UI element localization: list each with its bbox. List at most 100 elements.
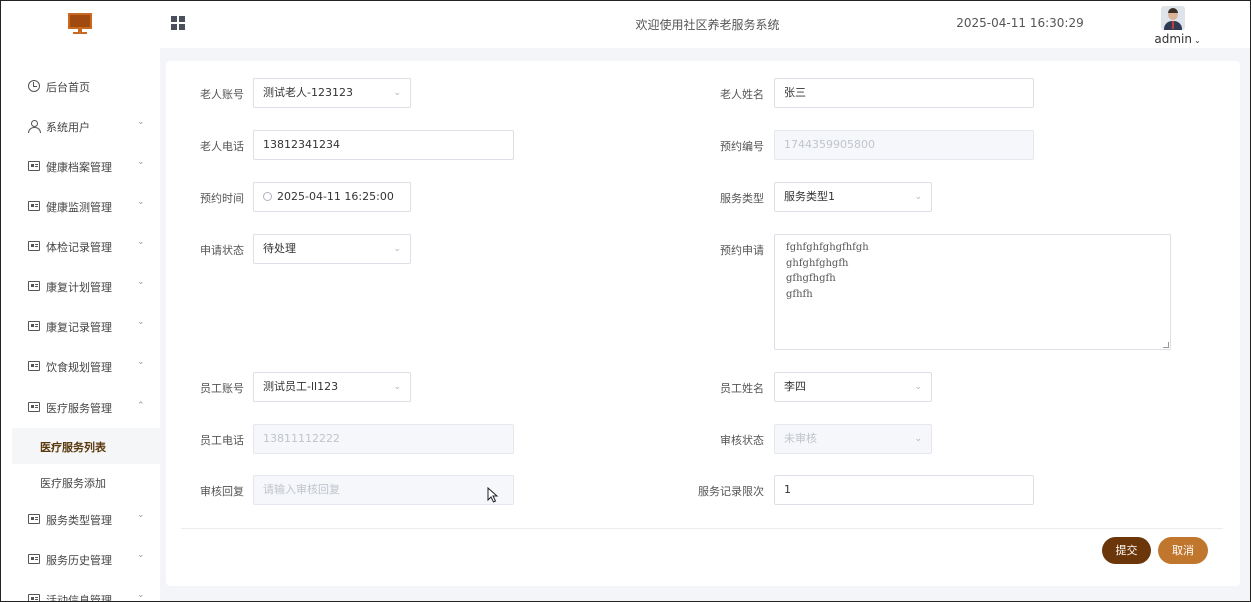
current-datetime: 2025-04-11 16:30:29 bbox=[956, 16, 1084, 30]
doc-icon bbox=[28, 514, 40, 524]
doc-icon bbox=[28, 321, 40, 331]
chevron-down-icon: ⌄ bbox=[393, 382, 401, 392]
booking-request-label: 预约申请 bbox=[720, 244, 764, 257]
booking-request-textarea[interactable]: fghfghfghgfhfgh ghfghfghgfh gfhgfhgfh gf… bbox=[774, 234, 1171, 350]
sidebar-item-label: 体检记录管理 bbox=[46, 241, 112, 254]
chevron-down-icon: ⌄ bbox=[137, 277, 145, 287]
chevron-down-icon: ⌄ bbox=[393, 244, 401, 254]
booking-time-label: 预约时间 bbox=[200, 192, 244, 205]
service-limit-input[interactable]: 1 bbox=[774, 475, 1034, 505]
sidebar-item-label: 系统用户 bbox=[46, 121, 90, 134]
sidebar-subitem-medical-service-list[interactable]: 医疗服务列表 bbox=[12, 428, 160, 464]
submit-button[interactable]: 提交 bbox=[1102, 537, 1151, 564]
sidebar-item-service-type[interactable]: 服务类型管理 ⌄ bbox=[0, 499, 160, 539]
chevron-down-icon: ⌄ bbox=[914, 192, 922, 202]
sidebar-item-diet-plan[interactable]: 饮食规划管理 ⌄ bbox=[0, 346, 160, 386]
elder-account-select[interactable]: 测试老人-123123 ⌄ bbox=[253, 78, 411, 108]
booking-no-input: 1744359905800 bbox=[774, 130, 1034, 160]
username-label: admin bbox=[1154, 32, 1192, 46]
chevron-down-icon: ⌄ bbox=[137, 157, 145, 167]
elder-account-label: 老人账号 bbox=[200, 88, 244, 101]
user-icon bbox=[28, 120, 41, 133]
elder-account-value: 测试老人-123123 bbox=[263, 86, 353, 99]
doc-icon bbox=[28, 402, 40, 412]
menu-grid-icon[interactable] bbox=[171, 16, 186, 31]
system-title: 欢迎使用社区养老服务系统 bbox=[635, 18, 780, 32]
monitor-logo-icon bbox=[68, 13, 92, 35]
sidebar-item-label: 健康档案管理 bbox=[46, 161, 112, 174]
sidebar-subitem-label: 医疗服务列表 bbox=[40, 441, 106, 454]
elder-name-label: 老人姓名 bbox=[720, 88, 764, 101]
staff-account-label: 员工账号 bbox=[200, 382, 244, 395]
textarea-line: ghfghfghgfh bbox=[786, 257, 849, 269]
elder-phone-label: 老人电话 bbox=[200, 140, 244, 153]
sidebar-item-rehab-plan[interactable]: 康复计划管理 ⌄ bbox=[0, 266, 160, 306]
sidebar-item-home[interactable]: 后台首页 bbox=[0, 66, 160, 106]
chevron-down-icon: ⌄ bbox=[137, 197, 145, 207]
staff-name-select[interactable]: 李四 ⌄ bbox=[774, 372, 932, 402]
sidebar-item-activity-info[interactable]: 活动信息管理 ⌄ bbox=[0, 579, 160, 602]
sidebar-item-health-monitoring[interactable]: 健康监测管理 ⌄ bbox=[0, 186, 160, 226]
user-menu-dropdown[interactable]: admin ⌄ bbox=[1150, 32, 1205, 46]
service-type-value: 服务类型1 bbox=[784, 190, 835, 203]
doc-icon bbox=[28, 161, 40, 171]
textarea-line: fghfghfghgfhfgh bbox=[786, 242, 869, 253]
doc-icon bbox=[28, 594, 40, 602]
chevron-down-icon: ⌄ bbox=[137, 357, 145, 367]
chevron-down-icon: ⌄ bbox=[137, 117, 145, 127]
chevron-down-icon: ⌄ bbox=[914, 434, 922, 444]
sidebar-item-service-history[interactable]: 服务历史管理 ⌄ bbox=[0, 539, 160, 579]
cancel-button[interactable]: 取消 bbox=[1158, 537, 1208, 564]
resize-handle-icon[interactable] bbox=[1163, 342, 1169, 348]
booking-time-picker[interactable]: 2025-04-11 16:25:00 bbox=[253, 182, 411, 212]
sidebar-item-label: 后台首页 bbox=[46, 81, 90, 94]
doc-icon bbox=[28, 201, 40, 211]
sidebar-item-label: 服务历史管理 bbox=[46, 554, 112, 567]
service-limit-label: 服务记录限次 bbox=[698, 485, 764, 498]
chevron-down-icon: ⌄ bbox=[914, 382, 922, 392]
chevron-down-icon: ⌄ bbox=[137, 317, 145, 327]
sidebar-item-label: 服务类型管理 bbox=[46, 514, 112, 527]
sidebar-item-physical-exam[interactable]: 体检记录管理 ⌄ bbox=[0, 226, 160, 266]
chevron-down-icon: ⌄ bbox=[137, 510, 145, 520]
sidebar-item-label: 康复记录管理 bbox=[46, 321, 112, 334]
review-status-select: 未审核 ⌄ bbox=[774, 424, 932, 454]
sidebar-item-rehab-records[interactable]: 康复记录管理 ⌄ bbox=[0, 306, 160, 346]
sidebar-subitem-medical-service-add[interactable]: 医疗服务添加 bbox=[12, 464, 160, 500]
sidebar-item-health-records[interactable]: 健康档案管理 ⌄ bbox=[0, 146, 160, 186]
staff-phone-label: 员工电话 bbox=[200, 434, 244, 447]
service-type-select[interactable]: 服务类型1 ⌄ bbox=[774, 182, 932, 212]
sidebar-subitem-label: 医疗服务添加 bbox=[40, 477, 106, 490]
chevron-down-icon: ⌄ bbox=[393, 88, 401, 98]
service-type-label: 服务类型 bbox=[720, 192, 764, 205]
chevron-down-icon: ⌄ bbox=[137, 550, 145, 560]
review-reply-label: 审核回复 bbox=[200, 485, 244, 498]
sidebar-item-medical-service[interactable]: 医疗服务管理 ⌃ bbox=[0, 387, 160, 427]
elder-name-input[interactable]: 张三 bbox=[774, 78, 1034, 108]
sidebar-item-label: 健康监测管理 bbox=[46, 201, 112, 214]
apply-status-select[interactable]: 待处理 ⌄ bbox=[253, 234, 411, 264]
clock-icon bbox=[28, 80, 40, 92]
sidebar-item-label: 活动信息管理 bbox=[46, 594, 112, 602]
sidebar: 后台首页 系统用户 ⌄ 健康档案管理 ⌄ 健康监测管理 ⌄ 体检记录管理 ⌄ 康… bbox=[0, 48, 160, 602]
doc-icon bbox=[28, 554, 40, 564]
avatar[interactable] bbox=[1161, 6, 1185, 30]
clock-icon bbox=[263, 192, 272, 201]
staff-account-select[interactable]: 测试员工-ll123 ⌄ bbox=[253, 372, 411, 402]
sidebar-item-system-users[interactable]: 系统用户 ⌄ bbox=[0, 106, 160, 146]
sidebar-item-label: 饮食规划管理 bbox=[46, 361, 112, 374]
sidebar-item-label: 医疗服务管理 bbox=[46, 402, 112, 415]
review-reply-input: 请输入审核回复 bbox=[253, 475, 514, 505]
staff-name-label: 员工姓名 bbox=[720, 382, 764, 395]
elder-phone-input[interactable]: 13812341234 bbox=[253, 130, 514, 160]
staff-account-value: 测试员工-ll123 bbox=[263, 380, 339, 393]
textarea-line: gfhfh bbox=[786, 288, 813, 300]
doc-icon bbox=[28, 241, 40, 251]
review-status-value: 未审核 bbox=[784, 432, 817, 445]
top-header: 欢迎使用社区养老服务系统 2025-04-11 16:30:29 admin ⌄ bbox=[0, 0, 1251, 48]
textarea-line: gfhgfhgfh bbox=[786, 273, 836, 284]
chevron-down-icon: ⌄ bbox=[137, 237, 145, 247]
booking-time-value: 2025-04-11 16:25:00 bbox=[277, 190, 394, 203]
sidebar-item-label: 康复计划管理 bbox=[46, 281, 112, 294]
doc-icon bbox=[28, 281, 40, 291]
